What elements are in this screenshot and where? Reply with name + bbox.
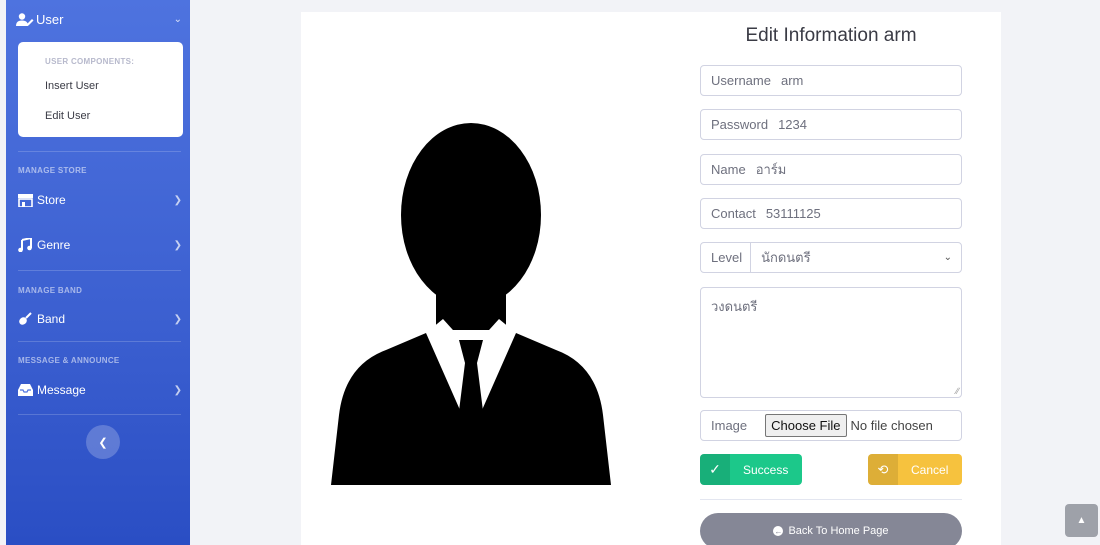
chevron-right-icon: ❯ <box>173 239 182 251</box>
nav-store-label: Store <box>37 193 66 207</box>
cancel-label: Cancel <box>911 462 949 477</box>
resize-grip-icon[interactable]: ∕∕ <box>956 386 959 396</box>
nav-genre[interactable]: Genre ❯ <box>18 235 182 255</box>
level-value: นักดนตรี <box>761 250 811 265</box>
submenu-insert-user[interactable]: Insert User <box>45 80 99 92</box>
nav-band-label: Band <box>37 312 66 326</box>
nav-genre-label: Genre <box>37 238 71 252</box>
nav-band[interactable]: Band ❯ <box>18 309 182 329</box>
section-header-message: MESSAGE & ANNOUNCE <box>18 356 120 365</box>
username-field[interactable]: Username arm <box>700 65 962 96</box>
sidebar-divider <box>18 270 181 271</box>
chevron-right-icon: ❯ <box>173 194 182 206</box>
chevron-right-icon: ❯ <box>173 313 182 325</box>
user-edit-icon <box>16 12 36 26</box>
name-field[interactable]: Name อาร์ม <box>700 154 962 185</box>
section-header-store: MANAGE STORE <box>18 166 87 175</box>
submenu-edit-user[interactable]: Edit User <box>45 110 90 122</box>
password-field[interactable]: Password 1234 <box>700 109 962 140</box>
scroll-to-top-button[interactable]: ▲ <box>1065 504 1098 537</box>
chevron-down-icon: ⌄ <box>173 13 182 25</box>
page-title: Edit Information arm <box>745 25 917 46</box>
back-home-label: Back To Home Page <box>788 525 889 537</box>
edit-user-card: Edit Information arm Username arm Passwo… <box>301 12 1001 545</box>
username-label: Username <box>711 73 771 88</box>
user-submenu: USER COMPONENTS: Insert User Edit User <box>18 42 183 137</box>
sidebar-toggle-button[interactable]: ❮ <box>86 425 120 459</box>
check-icon: ✓ <box>700 454 730 485</box>
level-separator <box>750 242 752 273</box>
guitar-icon <box>18 312 34 326</box>
sidebar: User ⌄ USER COMPONENTS: Insert User Edit… <box>6 0 190 545</box>
description-value: วงดนตรี <box>711 299 758 314</box>
level-label: Level <box>711 250 743 265</box>
username-value: arm <box>780 73 804 88</box>
history-icon: ⟲ <box>868 454 898 485</box>
contact-value: 53111125 <box>765 206 821 221</box>
nav-store[interactable]: Store ❯ <box>18 190 182 210</box>
form-divider <box>700 499 962 500</box>
sidebar-divider <box>18 414 181 415</box>
arrow-left-circle-icon: ← <box>773 526 784 536</box>
submenu-header: USER COMPONENTS: <box>45 57 135 66</box>
contact-label: Contact <box>711 206 756 221</box>
success-label: Success <box>743 462 789 477</box>
section-header-band: MANAGE BAND <box>18 286 83 295</box>
description-textarea[interactable]: วงดนตรี ∕∕ <box>700 287 962 398</box>
image-field: Image Choose File No file chosen <box>700 410 962 441</box>
nav-user-label: User <box>36 11 64 27</box>
nav-user[interactable]: User ⌄ <box>16 8 182 30</box>
name-label: Name <box>711 162 746 177</box>
cancel-button[interactable]: ⟲ Cancel <box>868 454 962 485</box>
user-avatar-image <box>331 123 611 485</box>
name-value: อาร์ม <box>755 162 787 177</box>
password-label: Password <box>711 117 769 132</box>
sidebar-divider <box>18 151 181 152</box>
file-status: No file chosen <box>850 418 933 433</box>
success-button[interactable]: ✓ Success <box>700 454 802 485</box>
sidebar-divider <box>18 341 181 342</box>
inbox-icon <box>18 383 34 397</box>
store-icon <box>18 193 34 207</box>
choose-file-button[interactable]: Choose File <box>765 414 847 437</box>
chevron-right-icon: ❯ <box>173 384 182 396</box>
chevron-down-icon: ⌄ <box>943 252 952 263</box>
music-icon <box>18 238 34 252</box>
contact-field[interactable]: Contact 53111125 <box>700 198 962 229</box>
nav-message[interactable]: Message ❯ <box>18 380 182 400</box>
password-value: 1234 <box>778 117 807 132</box>
level-select[interactable]: Level นักดนตรี ⌄ <box>700 242 962 273</box>
back-home-button[interactable]: ← Back To Home Page <box>700 513 962 545</box>
nav-message-label: Message <box>37 383 86 397</box>
image-label: Image <box>711 418 748 433</box>
